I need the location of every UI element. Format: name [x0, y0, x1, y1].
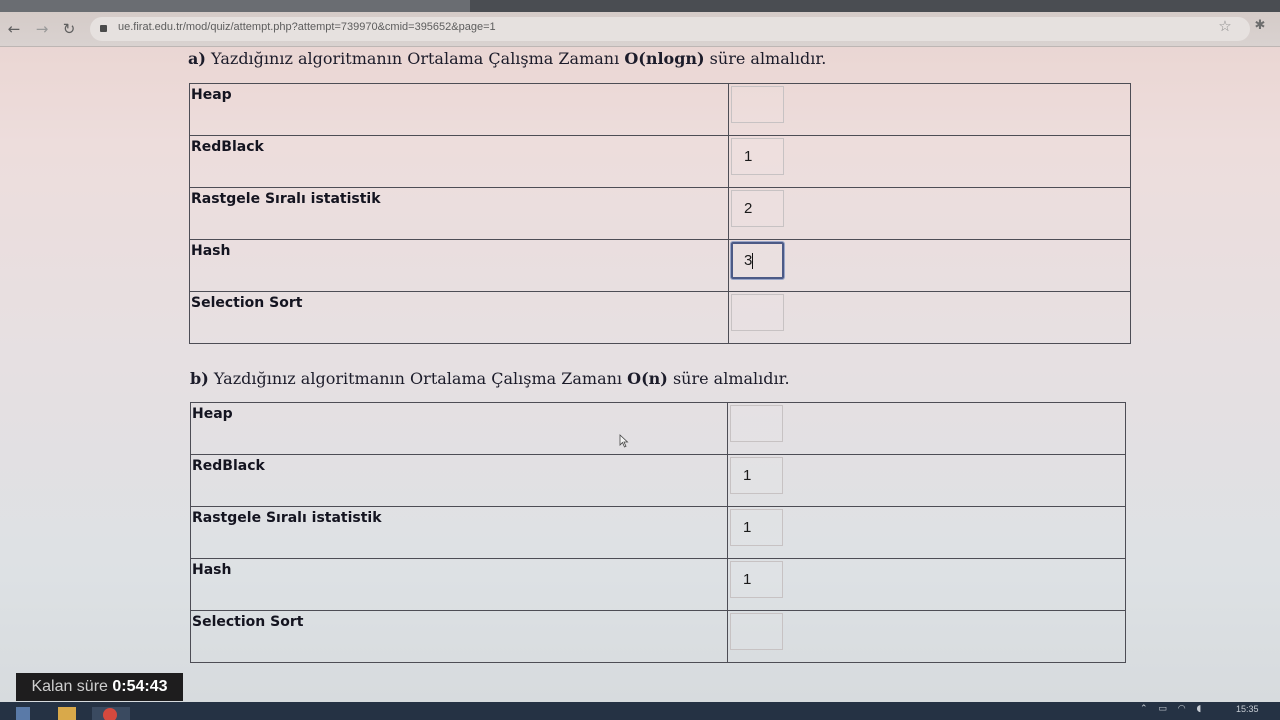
- question-text: Yazdığınız algoritmanın Ortalama Çalışma…: [205, 49, 625, 68]
- question-letter: b): [190, 369, 209, 388]
- reload-icon[interactable]: ↻: [59, 19, 79, 39]
- table-row: Rastgele Sıralı istatistik 2: [189, 187, 1131, 240]
- answer-cell: [727, 610, 1126, 663]
- browser-tab-strip: [0, 0, 1280, 12]
- time-remaining: Kalan süre 0:54:43: [16, 673, 183, 701]
- file-explorer-icon[interactable]: [58, 707, 76, 720]
- row-label: Heap: [189, 83, 729, 136]
- star-icon[interactable]: ☆: [1217, 18, 1233, 34]
- url-text[interactable]: ue.firat.edu.tr/mod/quiz/attempt.php?att…: [118, 21, 496, 33]
- answer-cell: 1: [727, 506, 1126, 559]
- row-label: RedBlack: [189, 135, 729, 188]
- system-tray-icons[interactable]: ⌃ ▭ ◠ ◖: [1140, 704, 1220, 718]
- answer-input[interactable]: [731, 294, 784, 331]
- taskbar: ⌃ ▭ ◠ ◖ 15:35: [0, 702, 1280, 720]
- table-row: Heap: [189, 83, 1131, 136]
- question-complexity: O(nlogn): [624, 49, 705, 68]
- address-bar[interactable]: ue.firat.edu.tr/mod/quiz/attempt.php?att…: [90, 17, 1250, 41]
- back-icon[interactable]: ←: [4, 19, 24, 39]
- answer-input[interactable]: 2: [731, 190, 784, 227]
- answer-input[interactable]: [730, 613, 783, 650]
- answer-cell: [728, 83, 1131, 136]
- browser-toolbar: ← → ↻ ue.firat.edu.tr/mod/quiz/attempt.p…: [0, 12, 1280, 47]
- answer-cell: 3: [728, 239, 1131, 292]
- answer-cell: 1: [727, 454, 1126, 507]
- forward-icon[interactable]: →: [32, 19, 52, 39]
- answer-input[interactable]: [731, 86, 784, 123]
- answer-input[interactable]: 1: [730, 509, 783, 546]
- row-label: Rastgele Sıralı istatistik: [190, 506, 728, 559]
- table-row: Selection Sort: [190, 610, 1126, 663]
- table-row: Heap: [190, 402, 1126, 455]
- windows-start-icon[interactable]: [16, 707, 30, 720]
- timer-label: Kalan süre: [31, 678, 108, 695]
- table-row: Selection Sort: [189, 291, 1131, 344]
- question-title: b) Yazdığınız algoritmanın Ortalama Çalı…: [190, 369, 790, 388]
- chrome-logo-icon: [103, 708, 117, 720]
- table-row: RedBlack 1: [190, 454, 1126, 507]
- question-text: Yazdığınız algoritmanın Ortalama Çalışma…: [208, 369, 628, 388]
- taskbar-clock[interactable]: 15:35: [1236, 704, 1259, 714]
- table-row: Hash 3: [189, 239, 1131, 292]
- answer-input[interactable]: 1: [730, 561, 783, 598]
- question-complexity: O(n): [627, 369, 668, 388]
- question-title: a) Yazdığınız algoritmanın Ortalama Çalı…: [188, 49, 826, 68]
- row-label: Selection Sort: [190, 610, 728, 663]
- answer-cell: [728, 291, 1131, 344]
- question-text-end: süre almalıdır.: [667, 369, 790, 388]
- row-label: Hash: [190, 558, 728, 611]
- row-label: Rastgele Sıralı istatistik: [189, 187, 729, 240]
- answer-cell: 1: [727, 558, 1126, 611]
- chrome-icon[interactable]: [92, 707, 130, 720]
- text-caret: [752, 253, 754, 270]
- row-label: RedBlack: [190, 454, 728, 507]
- browser-tab[interactable]: [0, 0, 470, 12]
- mouse-cursor-icon: [619, 434, 629, 448]
- question-letter: a): [188, 49, 206, 68]
- matching-table: Heap RedBlack 1 Rastgele Sıralı istatist…: [190, 402, 1126, 663]
- extension-icon[interactable]: ✱: [1252, 18, 1268, 34]
- answer-input-focused[interactable]: 3: [731, 242, 784, 279]
- answer-input[interactable]: 1: [731, 138, 784, 175]
- table-row: Hash 1: [190, 558, 1126, 611]
- answer-value[interactable]: 3: [744, 252, 752, 269]
- answer-cell: [727, 402, 1126, 455]
- answer-cell: 1: [728, 135, 1131, 188]
- lock-icon[interactable]: [100, 25, 107, 32]
- answer-input[interactable]: [730, 405, 783, 442]
- answer-cell: 2: [728, 187, 1131, 240]
- row-label: Hash: [189, 239, 729, 292]
- row-label: Selection Sort: [189, 291, 729, 344]
- timer-value: 0:54:43: [112, 678, 168, 695]
- table-row: Rastgele Sıralı istatistik 1: [190, 506, 1126, 559]
- matching-table: Heap RedBlack 1 Rastgele Sıralı istatist…: [189, 83, 1131, 344]
- row-label: Heap: [190, 402, 728, 455]
- question-text-end: süre almalıdır.: [704, 49, 827, 68]
- table-row: RedBlack 1: [189, 135, 1131, 188]
- answer-input[interactable]: 1: [730, 457, 783, 494]
